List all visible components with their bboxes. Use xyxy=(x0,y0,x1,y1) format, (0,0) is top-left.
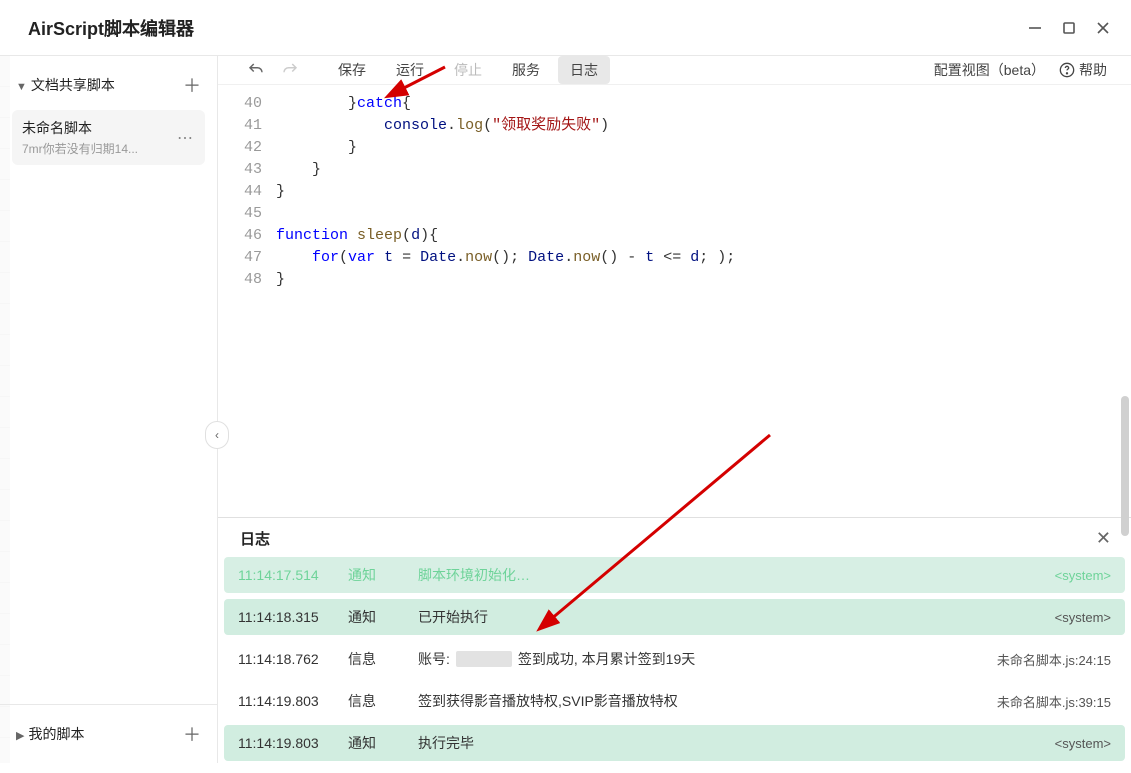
script-item-meta: 7mr你若没有归期14... xyxy=(22,140,138,157)
caret-right-icon: ▶ xyxy=(16,730,24,742)
code-line: 47 for(var t = Date.now(); Date.now() - … xyxy=(218,247,1131,269)
window-maximize-button[interactable] xyxy=(1061,20,1077,36)
editor-pane: 保存 运行 停止 服务 日志 配置视图（beta） 帮助 40 }catch{4… xyxy=(218,56,1131,763)
help-button[interactable]: 帮助 xyxy=(1059,60,1107,80)
shared-scripts-header[interactable]: ▼ 文档共享脚本 ＋ xyxy=(12,66,205,104)
log-type: 信息 xyxy=(348,691,418,711)
log-panel: 日志 ✕ 11:14:17.514通知脚本环境初始化…<system>11:14… xyxy=(218,517,1131,773)
my-scripts-label: 我的脚本 xyxy=(28,726,84,742)
save-button[interactable]: 保存 xyxy=(326,56,378,84)
log-row: 11:14:19.803通知执行完毕<system> xyxy=(224,725,1125,761)
code-line: 48} xyxy=(218,269,1131,291)
sidebar-section-shared: ▼ 文档共享脚本 ＋ 未命名脚本 7mr你若没有归期14... ⋯ xyxy=(0,56,217,175)
log-panel-title: 日志 xyxy=(240,528,270,549)
log-row: 11:14:18.315通知已开始执行<system> xyxy=(224,599,1125,635)
code-line: 46function sleep(d){ xyxy=(218,225,1131,247)
caret-down-icon: ▼ xyxy=(16,81,27,93)
log-row: 11:14:19.803信息签到获得影音播放特权,SVIP影音播放特权未命名脚本… xyxy=(224,683,1125,719)
log-timestamp: 11:14:18.762 xyxy=(238,651,348,667)
help-icon xyxy=(1059,62,1075,78)
code-line: 40 }catch{ xyxy=(218,93,1131,115)
window-controls xyxy=(1027,20,1111,36)
redo-button[interactable] xyxy=(276,56,304,84)
sidebar-collapse-handle[interactable]: ‹ xyxy=(205,421,229,449)
sidebar: ▼ 文档共享脚本 ＋ 未命名脚本 7mr你若没有归期14... ⋯ ▶ 我的脚本 ＋… xyxy=(0,56,218,763)
help-label: 帮助 xyxy=(1079,60,1107,80)
log-timestamp: 11:14:19.803 xyxy=(238,735,348,751)
log-timestamp: 11:14:17.514 xyxy=(238,567,348,583)
code-line: 43 } xyxy=(218,159,1131,181)
log-source: <system> xyxy=(1055,568,1111,583)
log-message: 已开始执行 xyxy=(418,607,1055,627)
log-rows[interactable]: 11:14:17.514通知脚本环境初始化…<system>11:14:18.3… xyxy=(218,557,1131,773)
log-timestamp: 11:14:19.803 xyxy=(238,693,348,709)
script-item-more-button[interactable]: ⋯ xyxy=(175,128,195,148)
toolbar: 保存 运行 停止 服务 日志 配置视图（beta） 帮助 xyxy=(218,56,1131,85)
run-button[interactable]: 运行 xyxy=(384,56,436,84)
titlebar: AirScript脚本编辑器 xyxy=(0,0,1131,56)
add-shared-script-button[interactable]: ＋ xyxy=(183,72,201,98)
script-item-name: 未命名脚本 xyxy=(22,118,138,138)
log-row: 11:14:18.762信息账号:签到成功, 本月累计签到19天未命名脚本.js… xyxy=(224,641,1125,677)
redacted-text xyxy=(456,651,512,667)
undo-button[interactable] xyxy=(242,56,270,84)
log-message: 签到获得影音播放特权,SVIP影音播放特权 xyxy=(418,691,997,711)
my-scripts-header[interactable]: ▶ 我的脚本 ＋ xyxy=(12,715,205,753)
stop-button: 停止 xyxy=(442,56,494,84)
log-type: 信息 xyxy=(348,649,418,669)
log-source: 未命名脚本.js:24:15 xyxy=(997,650,1111,669)
code-line: 42 } xyxy=(218,137,1131,159)
code-editor[interactable]: 40 }catch{41 console.log("领取奖励失败")42 }43… xyxy=(218,85,1131,517)
log-source: 未命名脚本.js:39:15 xyxy=(997,692,1111,711)
add-my-script-button[interactable]: ＋ xyxy=(183,721,201,747)
log-type: 通知 xyxy=(348,565,418,585)
log-type: 通知 xyxy=(348,607,418,627)
config-view-button[interactable]: 配置视图（beta） xyxy=(934,60,1045,80)
code-line: 41 console.log("领取奖励失败") xyxy=(218,115,1131,137)
shared-scripts-label: 文档共享脚本 xyxy=(31,77,115,93)
log-tab[interactable]: 日志 xyxy=(558,56,610,84)
window-close-button[interactable] xyxy=(1095,20,1111,36)
log-timestamp: 11:14:18.315 xyxy=(238,609,348,625)
code-line: 45 xyxy=(218,203,1131,225)
editor-scrollbar-thumb[interactable] xyxy=(1121,396,1129,536)
log-message: 执行完毕 xyxy=(418,733,1055,753)
service-button[interactable]: 服务 xyxy=(500,56,552,84)
log-source: <system> xyxy=(1055,610,1111,625)
window-minimize-button[interactable] xyxy=(1027,20,1043,36)
code-line: 44} xyxy=(218,181,1131,203)
app-title: AirScript脚本编辑器 xyxy=(28,15,194,41)
log-type: 通知 xyxy=(348,733,418,753)
log-source: <system> xyxy=(1055,736,1111,751)
script-list-item[interactable]: 未命名脚本 7mr你若没有归期14... ⋯ xyxy=(12,110,205,165)
sidebar-section-my: ▶ 我的脚本 ＋ xyxy=(0,704,217,763)
log-row: 11:14:17.514通知脚本环境初始化…<system> xyxy=(224,557,1125,593)
log-message: 账号:签到成功, 本月累计签到19天 xyxy=(418,649,997,669)
log-message: 脚本环境初始化… xyxy=(418,565,1055,585)
log-close-button[interactable]: ✕ xyxy=(1096,528,1111,549)
